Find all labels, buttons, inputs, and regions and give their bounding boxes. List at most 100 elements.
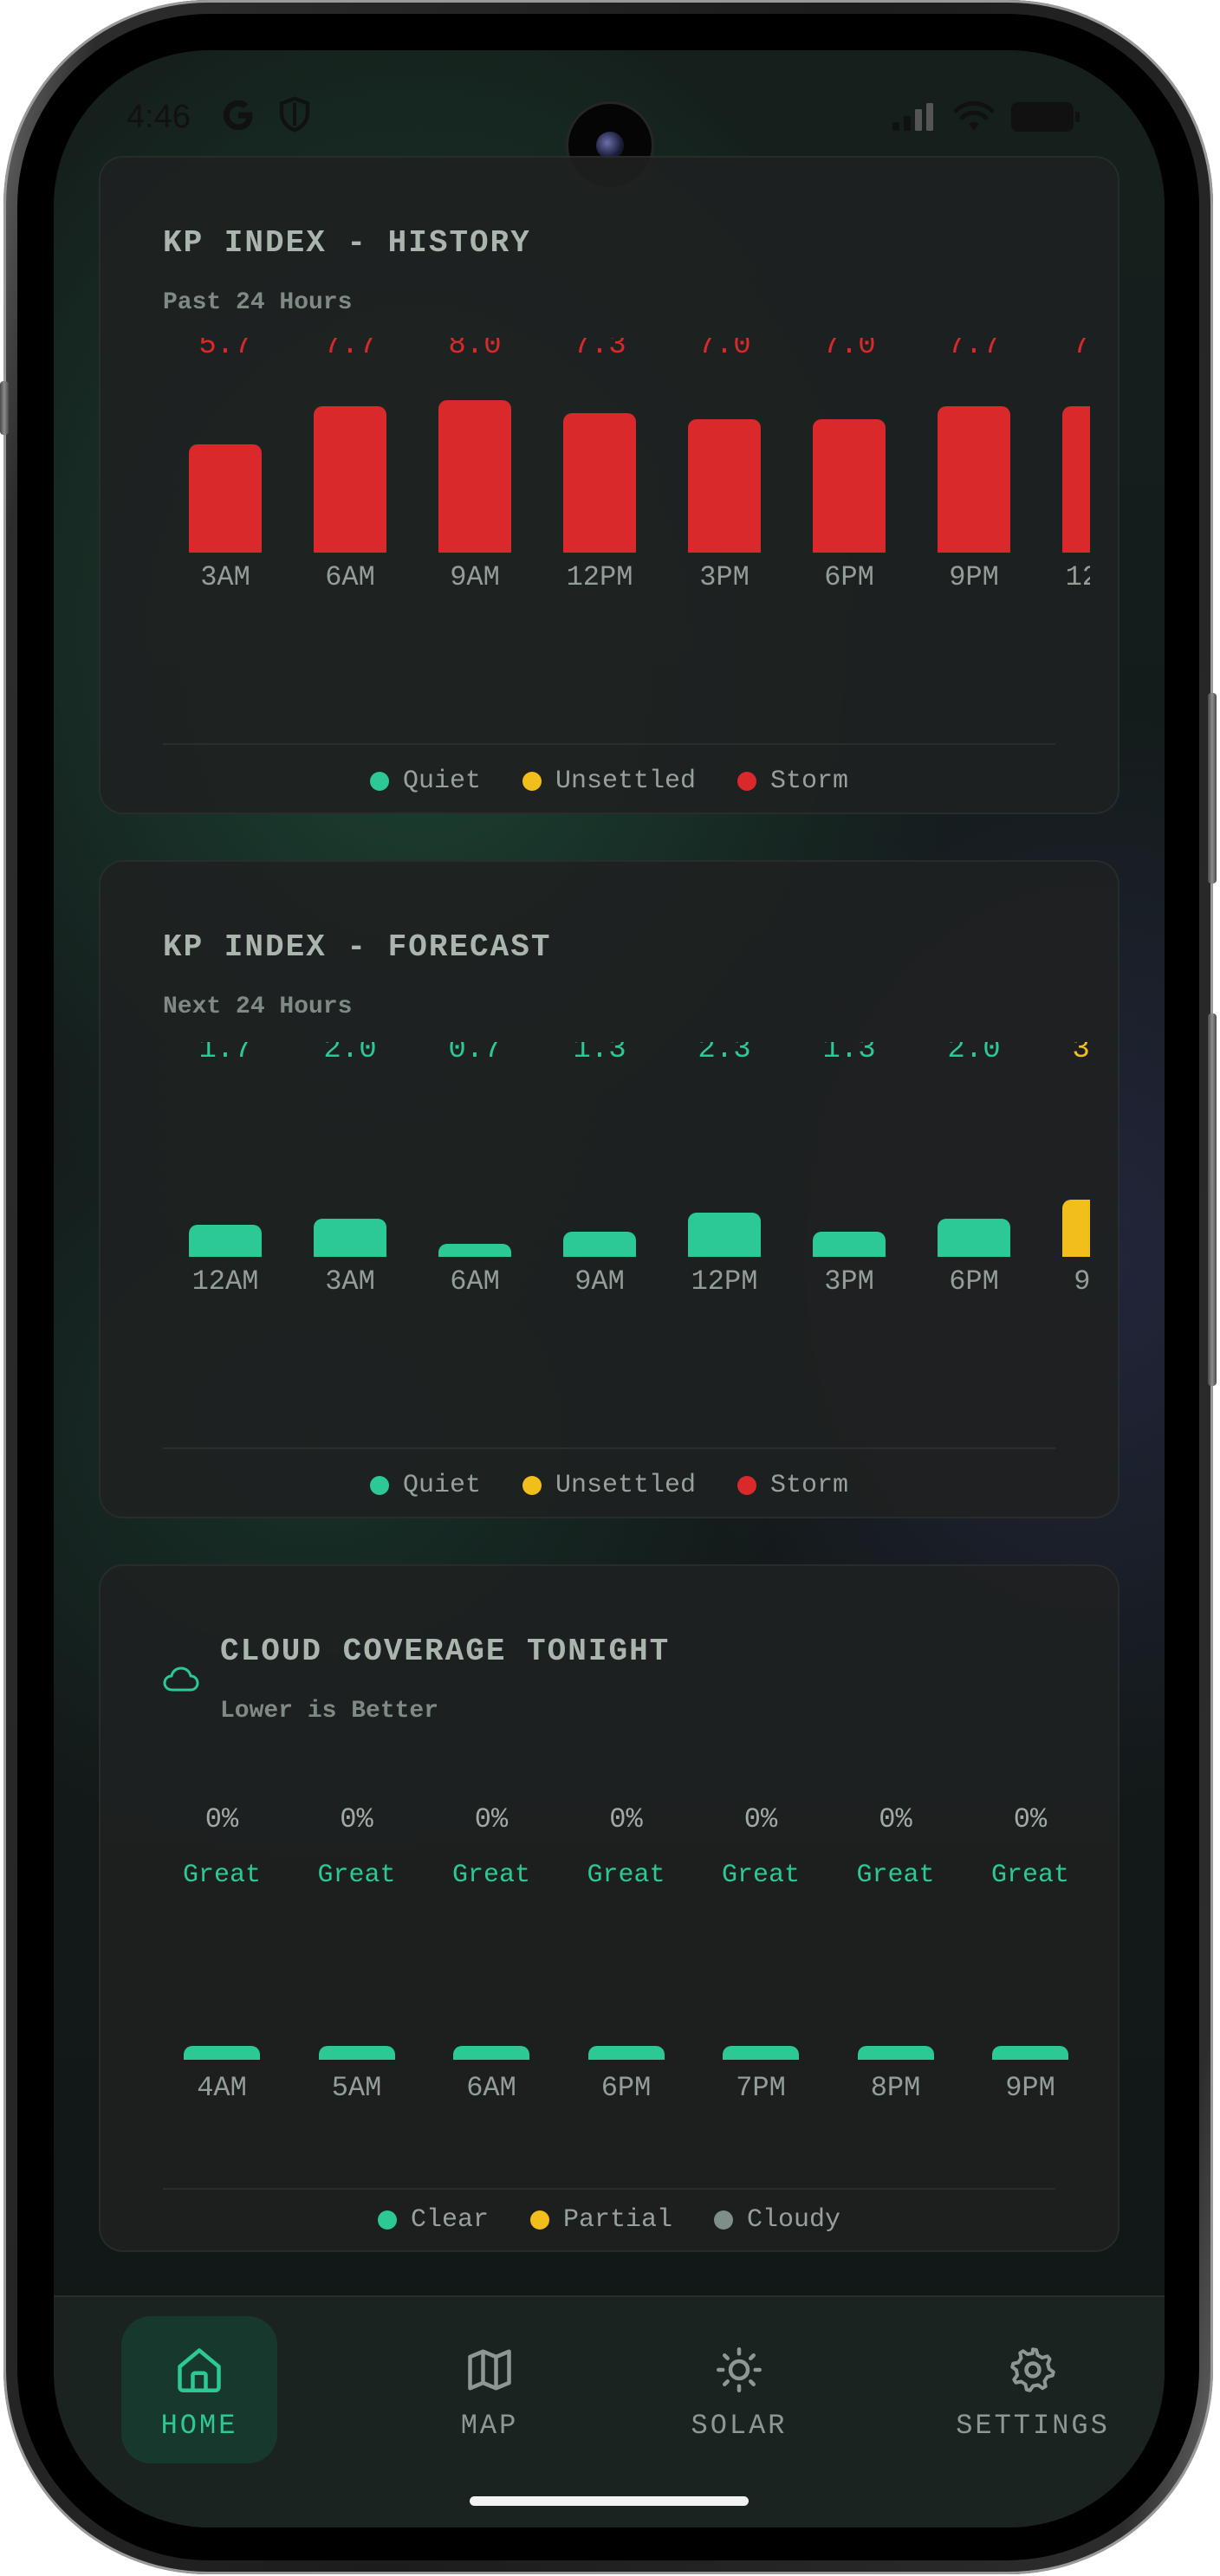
kp-time-label: 12AM	[1065, 561, 1090, 589]
cloud-hour-column: 0% Great 7PM	[717, 1739, 804, 2104]
kp-time-label: 3PM	[824, 1265, 874, 1293]
cloud-hour-column: 0% Great 8PM	[853, 1739, 939, 2104]
legend-item: Quiet	[369, 1471, 481, 1500]
cloud-rating: Great	[451, 1861, 530, 1890]
cloud-bar	[453, 2046, 529, 2060]
cloud-percent: 0%	[1013, 1803, 1048, 1835]
legend-item: Cloudy	[714, 2205, 840, 2235]
cloud-time-label: 9PM	[1005, 2072, 1055, 2104]
bottom-navigation: HOME MAP SOLAR SETTINGS	[54, 2295, 1165, 2527]
kp-value: 1.7	[198, 1042, 252, 1066]
nav-settings[interactable]: SETTINGS	[955, 2316, 1111, 2463]
cloud-hour-column: 0% Great 9PM	[987, 1739, 1074, 2104]
legend-dot	[369, 1476, 389, 1495]
kp-time-label: 12AM	[191, 1265, 259, 1293]
cloud-bar	[318, 2046, 395, 2060]
divider	[163, 2188, 1055, 2190]
kp-value: 7.7	[1072, 338, 1090, 362]
card-title: KP INDEX - FORECAST	[163, 929, 552, 965]
kp-bar	[938, 405, 1010, 553]
kp-bar	[438, 400, 511, 553]
kp-bar	[813, 419, 886, 553]
kp-history-legend: Quiet Unsettled Storm	[101, 767, 1118, 796]
legend-dot	[737, 1476, 757, 1495]
cloud-percent: 0%	[340, 1803, 373, 1835]
kp-bar	[563, 413, 636, 553]
cloud-coverage-legend: Clear Partial Cloudy	[101, 2205, 1118, 2235]
nav-label: SOLAR	[691, 2410, 788, 2442]
kp-bar	[938, 1219, 1010, 1257]
kp-bar-column: 7.3 12PM	[537, 338, 662, 589]
kp-bar	[563, 1232, 636, 1257]
kp-bar	[688, 1213, 761, 1257]
kp-time-label: 3AM	[325, 1265, 375, 1293]
signal-icon	[892, 103, 933, 131]
action-button	[0, 381, 9, 435]
cloud-bar	[184, 2046, 260, 2060]
cloud-coverage-chart: 0% Great 4AM 0% Great 5AM 0% Great 6AM 0% Great 6PM…	[101, 1739, 1121, 2104]
cloud-percent: 0%	[474, 1803, 509, 1835]
kp-value: 1.3	[822, 1042, 876, 1066]
cloud-bar	[857, 2046, 934, 2060]
battery-icon	[1011, 102, 1080, 132]
legend-label: Storm	[770, 1471, 849, 1500]
cloud-time-label: 8PM	[870, 2072, 921, 2104]
kp-forecast-card: KP INDEX - FORECAST Next 24 Hours 1.7 12A…	[99, 860, 1119, 1518]
legend-dot	[529, 2210, 549, 2230]
kp-bar-column: 1.7 12AM	[163, 1042, 288, 1293]
legend-label: Quiet	[402, 767, 481, 796]
legend-item: Clear	[377, 2205, 489, 2235]
cloud-hour-column: 0% Great 5AM	[314, 1739, 400, 2104]
kp-value: 2.0	[947, 1042, 1001, 1066]
cloud-hour-column: 0% Great 6PM	[583, 1739, 670, 2104]
legend-item: Quiet	[369, 767, 481, 796]
kp-bar	[314, 405, 386, 553]
divider	[163, 743, 1055, 745]
card-subtitle: Past 24 Hours	[163, 289, 353, 316]
legend-item: Partial	[529, 2205, 672, 2235]
kp-value: 0.7	[448, 1042, 502, 1066]
nav-home[interactable]: HOME	[121, 2316, 277, 2463]
cloud-percent: 0%	[879, 1803, 912, 1835]
legend-label: Quiet	[402, 1471, 481, 1500]
cloud-time-label: 5AM	[331, 2072, 382, 2104]
legend-item: Unsettled	[522, 1471, 696, 1500]
cloud-percent: 0%	[609, 1803, 643, 1835]
cloud-bar	[587, 2046, 665, 2060]
wifi-icon	[953, 101, 995, 131]
kp-value: 5.7	[198, 338, 252, 362]
nav-solar[interactable]: SOLAR	[661, 2316, 817, 2463]
legend-item: Storm	[737, 1471, 848, 1500]
gear-icon	[1010, 2347, 1055, 2392]
kp-value: 2.0	[323, 1042, 377, 1066]
nav-map[interactable]: MAP	[412, 2316, 568, 2463]
status-time: 4:46	[127, 99, 191, 135]
kp-value: 7.0	[822, 338, 876, 362]
kp-bar-column: 7.0 6PM	[787, 338, 912, 589]
card-title: KP INDEX - HISTORY	[163, 225, 531, 261]
kp-bar	[314, 1219, 386, 1257]
legend-dot	[522, 1476, 542, 1495]
legend-label: Unsettled	[555, 1471, 697, 1500]
kp-time-label: 9PM	[949, 561, 999, 589]
sun-icon	[717, 2347, 762, 2392]
kp-time-label: 3PM	[699, 561, 750, 589]
kp-forecast-chart: 1.7 12AM 2.0 3AM 0.7 6AM 1.3 9AM 2.3 12PM 1.3 3PM 2.…	[163, 1042, 1090, 1293]
kp-time-label: 6PM	[949, 1265, 999, 1293]
cloud-time-label: 6AM	[466, 2072, 516, 2104]
home-icon	[178, 2348, 221, 2392]
kp-time-label: 9PM	[1074, 1265, 1090, 1293]
legend-dot	[522, 772, 542, 791]
legend-label: Storm	[770, 767, 849, 796]
cloud-rating: Great	[856, 1861, 935, 1890]
kp-bar-column: 2.0 6PM	[912, 1042, 1036, 1293]
kp-time-label: 9AM	[450, 561, 500, 589]
cloud-rating: Great	[587, 1861, 665, 1890]
cloud-hour-column: 0% Great 6AM	[448, 1739, 535, 2104]
status-right-icons	[891, 100, 1081, 133]
kp-value: 1.3	[573, 1042, 626, 1066]
kp-bar-column: 2.0 3AM	[288, 1042, 412, 1293]
kp-forecast-legend: Quiet Unsettled Storm	[101, 1471, 1118, 1500]
cloud-time-label: 4AM	[197, 2072, 247, 2104]
cloud-time-label: 7PM	[736, 2072, 786, 2104]
